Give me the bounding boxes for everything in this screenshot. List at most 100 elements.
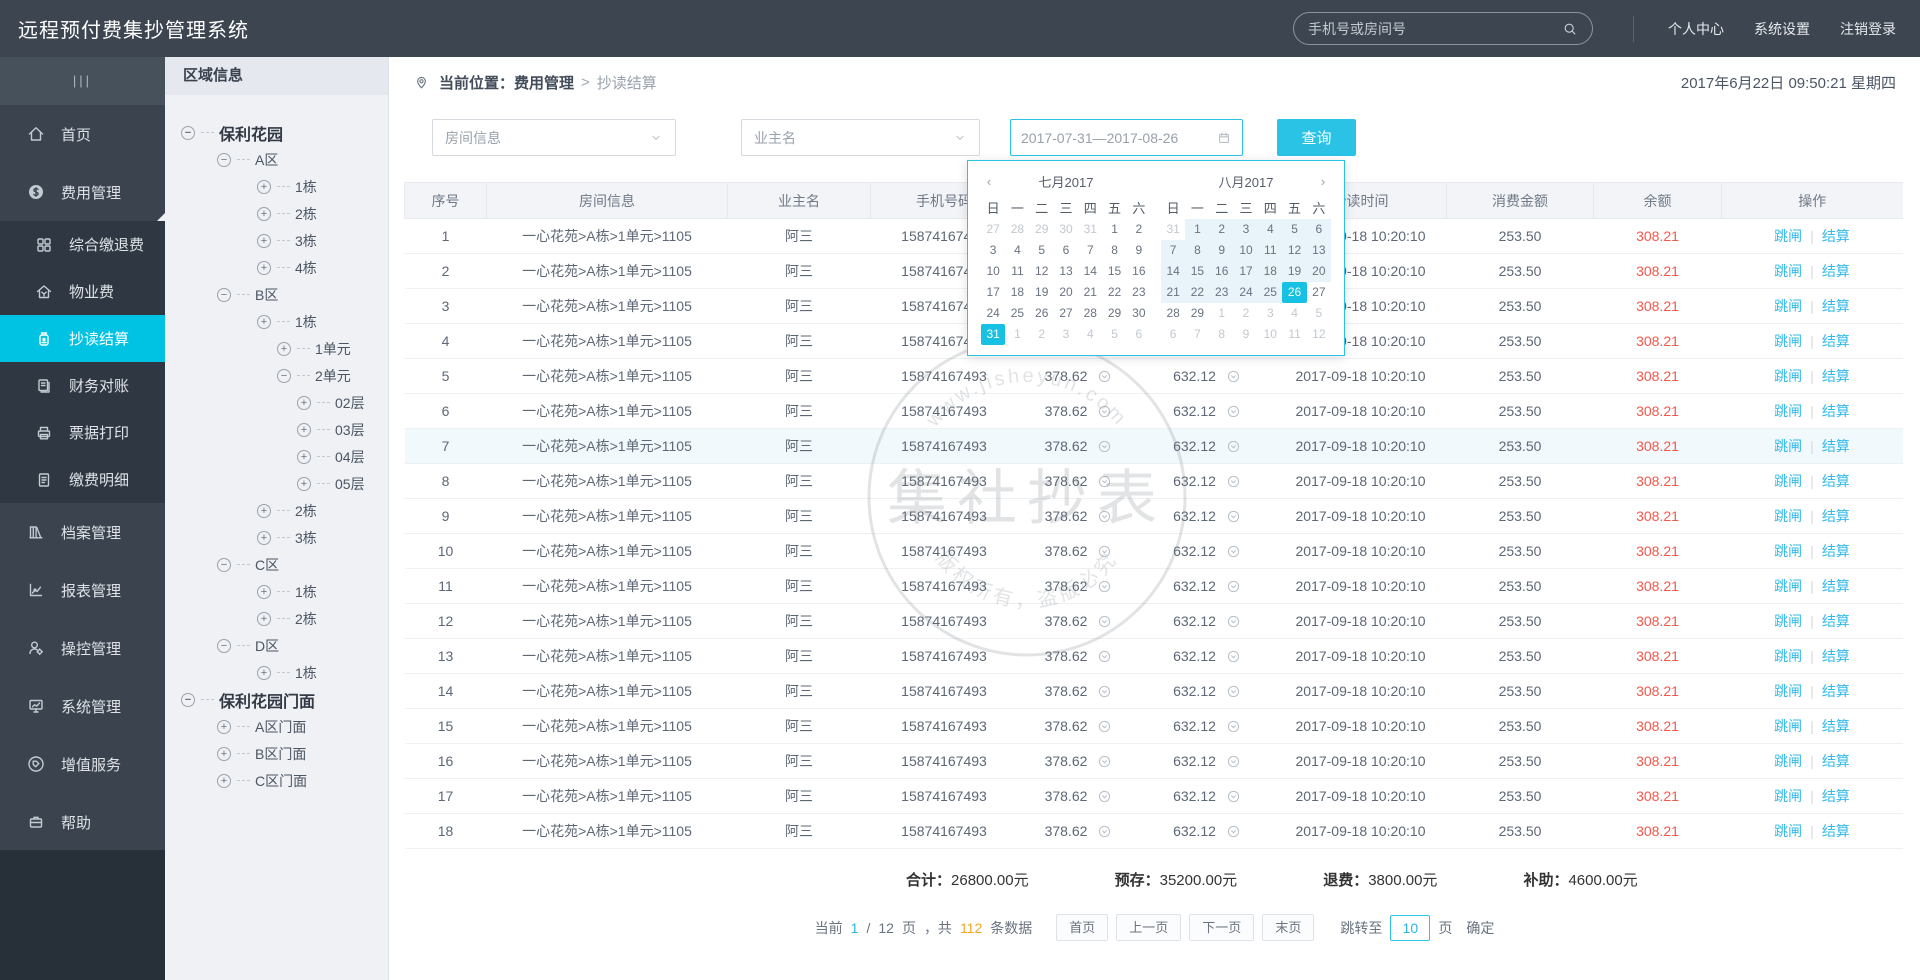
trip-link[interactable]: 跳闸 [1774, 718, 1802, 734]
sidebar-item-9-books[interactable]: 档案管理 [0, 503, 165, 561]
expand-node-icon[interactable]: + [257, 233, 271, 248]
sidebar-item-14-briefcase[interactable]: 帮助 [0, 793, 165, 851]
search-icon[interactable] [1562, 21, 1578, 37]
trip-link[interactable]: 跳闸 [1774, 473, 1802, 489]
sidebar-item-10-chart[interactable]: 报表管理 [0, 561, 165, 619]
calendar-day[interactable]: 21 [1078, 282, 1102, 303]
tree-node-A区[interactable]: − A区 [165, 146, 388, 173]
calendar-day[interactable]: 3 [1258, 303, 1282, 324]
calendar-day[interactable]: 28 [1005, 219, 1029, 240]
calendar-day[interactable]: 11 [1282, 324, 1306, 345]
calendar-day[interactable]: 4 [1078, 324, 1102, 345]
sidebar-item-2-dollar[interactable]: 费用管理 [0, 163, 165, 221]
calendar-day[interactable]: 7 [1161, 240, 1186, 261]
settle-link[interactable]: 结算 [1822, 543, 1850, 559]
settle-link[interactable]: 结算 [1822, 403, 1850, 419]
calendar-day-selected[interactable]: 26 [1282, 282, 1307, 303]
calendar-day[interactable]: 6 [1054, 240, 1078, 261]
calendar-day[interactable]: 25 [1258, 282, 1283, 303]
settle-link[interactable]: 结算 [1822, 613, 1850, 629]
calendar-day[interactable]: 29 [1030, 219, 1054, 240]
calendar-day[interactable]: 4 [1258, 219, 1283, 240]
sidebar-item-12-monitor[interactable]: 系统管理 [0, 677, 165, 735]
calendar-day[interactable]: 30 [1054, 219, 1078, 240]
circle-chevron-icon[interactable] [1226, 474, 1241, 489]
trip-link[interactable]: 跳闸 [1774, 788, 1802, 804]
calendar-day[interactable]: 2 [1127, 219, 1151, 240]
query-button[interactable]: 查询 [1277, 119, 1356, 156]
calendar-day[interactable]: 17 [981, 282, 1005, 303]
calendar-day[interactable]: 14 [1161, 261, 1186, 282]
sidebar-item-8-doc[interactable]: 缴费明细 [0, 456, 165, 503]
tree-node-04层[interactable]: +04层 [165, 443, 388, 470]
settle-link[interactable]: 结算 [1822, 263, 1850, 279]
trip-link[interactable]: 跳闸 [1774, 263, 1802, 279]
calendar-day[interactable]: 26 [1030, 303, 1054, 324]
calendar-day[interactable]: 12 [1307, 324, 1331, 345]
circle-chevron-icon[interactable] [1097, 404, 1112, 419]
calendar-day[interactable]: 5 [1282, 219, 1307, 240]
calendar-day[interactable]: 1 [1102, 219, 1126, 240]
tree-node-1栋[interactable]: +1栋 [165, 578, 388, 605]
calendar-day[interactable]: 4 [1282, 303, 1306, 324]
trip-link[interactable]: 跳闸 [1774, 753, 1802, 769]
circle-chevron-icon[interactable] [1226, 824, 1241, 839]
circle-chevron-icon[interactable] [1226, 684, 1241, 699]
calendar-day[interactable]: 13 [1306, 240, 1331, 261]
tree-node-B区门面[interactable]: + B区门面 [165, 740, 388, 767]
calendar-day[interactable]: 15 [1185, 261, 1210, 282]
tree-node-1单元[interactable]: +1单元 [165, 335, 388, 362]
expand-node-icon[interactable]: + [277, 341, 291, 356]
calendar-day[interactable]: 7 [1185, 324, 1209, 345]
calendar-day[interactable]: 5 [1030, 240, 1054, 261]
breadcrumb-section[interactable]: 费用管理 [514, 72, 574, 93]
settle-link[interactable]: 结算 [1822, 368, 1850, 384]
settle-link[interactable]: 结算 [1822, 683, 1850, 699]
tree-node-保利花园[interactable]: − 保利花园 [165, 119, 388, 146]
calendar-day[interactable]: 2 [1209, 219, 1234, 240]
tree-node-4栋[interactable]: +4栋 [165, 254, 388, 281]
calendar-day[interactable]: 30 [1127, 303, 1151, 324]
expand-node-icon[interactable]: + [217, 746, 231, 761]
tree-node-B区[interactable]: − B区 [165, 281, 388, 308]
sidebar-item-6-ledger[interactable]: 财务对账 [0, 362, 165, 409]
calendar-day[interactable]: 13 [1054, 261, 1078, 282]
circle-chevron-icon[interactable] [1226, 754, 1241, 769]
calendar-day[interactable]: 18 [1005, 282, 1029, 303]
link-profile[interactable]: 个人中心 [1668, 19, 1724, 39]
calendar-day[interactable]: 4 [1005, 240, 1029, 261]
sidebar-item-7-printer[interactable]: 票据打印 [0, 409, 165, 456]
expand-node-icon[interactable]: + [297, 476, 311, 491]
expand-node-icon[interactable]: + [257, 611, 271, 626]
settle-link[interactable]: 结算 [1822, 333, 1850, 349]
collapse-node-icon[interactable]: − [181, 692, 195, 707]
circle-chevron-icon[interactable] [1097, 579, 1112, 594]
expand-node-icon[interactable]: + [257, 665, 271, 680]
calendar-day[interactable]: 15 [1102, 261, 1126, 282]
calendar-day[interactable]: 16 [1209, 261, 1234, 282]
settle-link[interactable]: 结算 [1822, 298, 1850, 314]
circle-chevron-icon[interactable] [1226, 404, 1241, 419]
sidebar-item-1-home[interactable]: 首页 [0, 105, 165, 163]
circle-chevron-icon[interactable] [1226, 649, 1241, 664]
expand-node-icon[interactable]: + [217, 773, 231, 788]
tree-node-1栋[interactable]: +1栋 [165, 659, 388, 686]
sidebar-item-11-usergear[interactable]: 操控管理 [0, 619, 165, 677]
calendar-day[interactable]: 17 [1233, 261, 1259, 282]
calendar-day[interactable]: 20 [1054, 282, 1078, 303]
circle-chevron-icon[interactable] [1097, 439, 1112, 454]
calendar-day[interactable]: 28 [1161, 303, 1185, 324]
expand-node-icon[interactable]: + [257, 503, 271, 518]
sidebar-collapse-button[interactable]: ||| [0, 57, 165, 105]
tree-node-1栋[interactable]: +1栋 [165, 308, 388, 335]
collapse-node-icon[interactable]: − [217, 152, 231, 167]
calendar-day[interactable]: 29 [1185, 303, 1209, 324]
calendar-day[interactable]: 3 [981, 240, 1005, 261]
tree-node-2单元[interactable]: − 2单元 [165, 362, 388, 389]
calendar-day[interactable]: 24 [1233, 282, 1259, 303]
settle-link[interactable]: 结算 [1822, 508, 1850, 524]
trip-link[interactable]: 跳闸 [1774, 613, 1802, 629]
settle-link[interactable]: 结算 [1822, 228, 1850, 244]
calendar-day[interactable]: 23 [1127, 282, 1151, 303]
tree-node-02层[interactable]: +02层 [165, 389, 388, 416]
